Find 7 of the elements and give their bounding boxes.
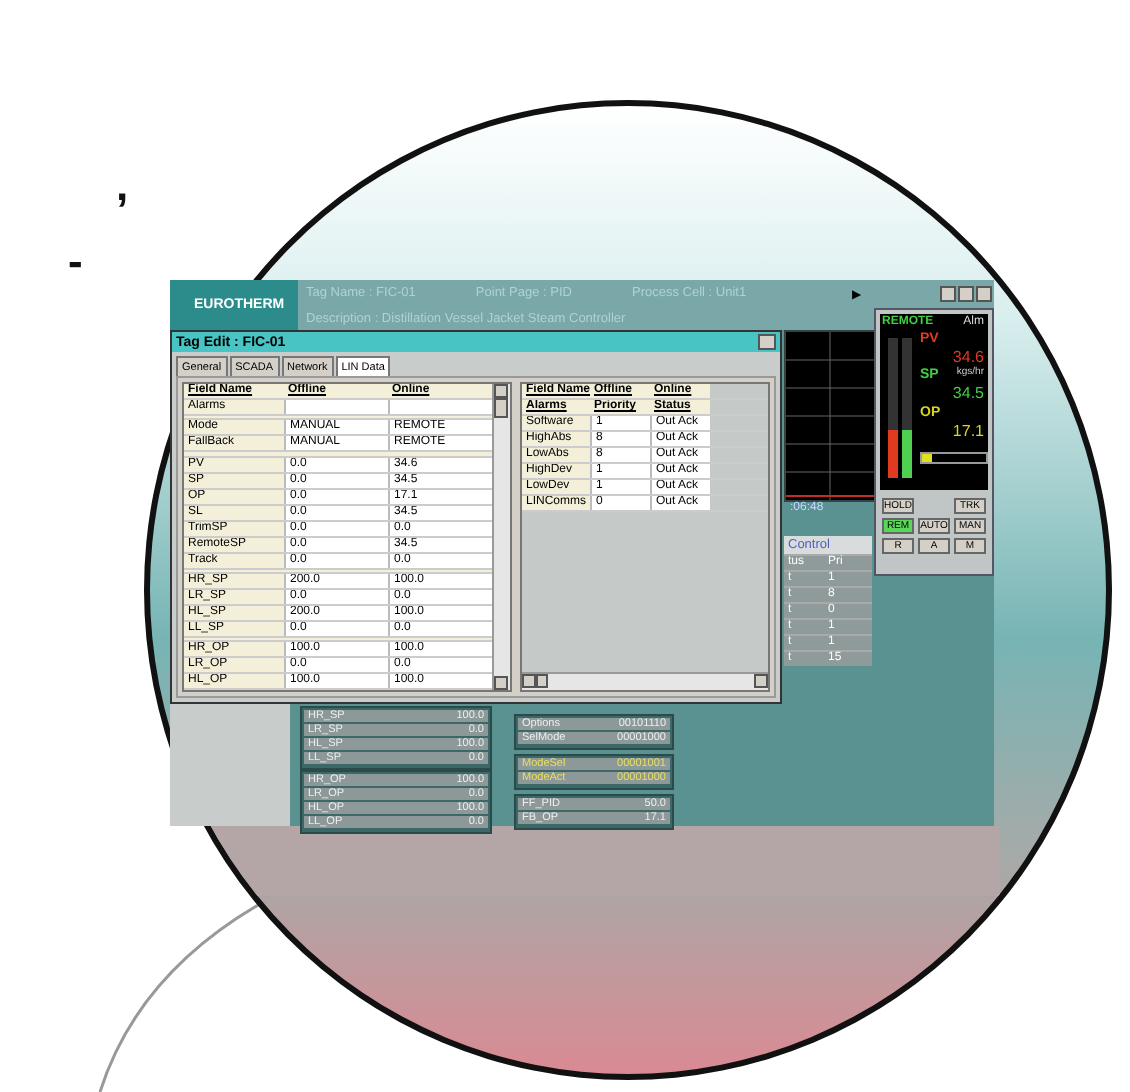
op-value: 17.1 (952, 422, 984, 440)
vertical-scrollbar[interactable] (492, 384, 510, 690)
pv-value: 34.6 (952, 348, 984, 366)
text-fragment: - (68, 236, 83, 288)
horizontal-scrollbar[interactable] (522, 672, 768, 690)
sp-value: 34.5 (952, 384, 984, 402)
text-fragment: , (116, 160, 129, 212)
